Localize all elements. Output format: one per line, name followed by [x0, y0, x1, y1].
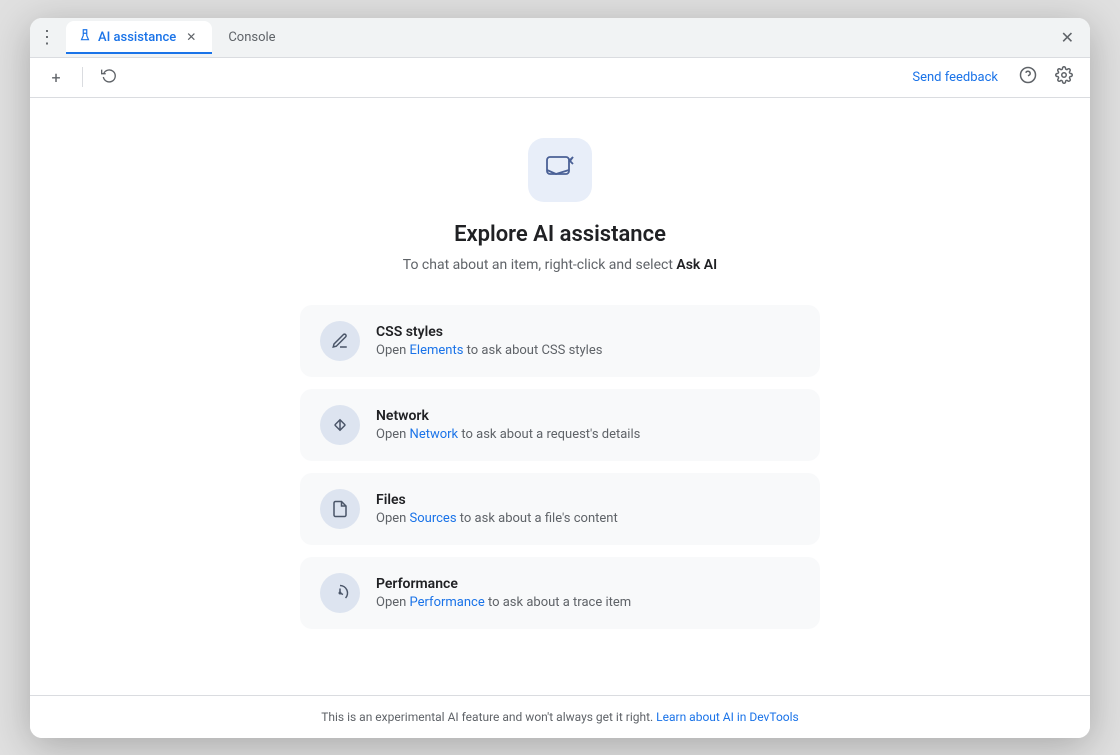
tab-console-label: Console: [228, 30, 275, 45]
feature-card-performance[interactable]: Performance Open Performance to ask abou…: [300, 557, 820, 629]
devtools-window: ⋮ AI assistance ✕ Console ✕ +: [30, 18, 1090, 738]
help-icon: [1019, 66, 1037, 88]
performance-feature-text: Performance Open Performance to ask abou…: [376, 576, 631, 610]
network-feature-title: Network: [376, 408, 640, 424]
settings-icon: [1055, 66, 1073, 88]
tab-dots-menu[interactable]: ⋮: [38, 27, 56, 48]
css-icon-circle: [320, 321, 360, 361]
network-link[interactable]: Network: [410, 427, 459, 442]
tab-bar: ⋮ AI assistance ✕ Console ✕: [30, 18, 1090, 58]
files-feature-desc: Open Sources to ask about a file's conte…: [376, 511, 618, 526]
help-button[interactable]: [1014, 63, 1042, 91]
settings-button[interactable]: [1050, 63, 1078, 91]
network-icon-circle: [320, 405, 360, 445]
footer-text: This is an experimental AI feature and w…: [321, 710, 656, 724]
subtitle-text: To chat about an item, right-click and s…: [403, 257, 677, 273]
performance-icon-circle: [320, 573, 360, 613]
files-desc-prefix: Open: [376, 511, 410, 526]
ai-sparkle-icon: [544, 152, 576, 188]
footer: This is an experimental AI feature and w…: [30, 695, 1090, 738]
files-icon-circle: [320, 489, 360, 529]
performance-desc-prefix: Open: [376, 595, 410, 610]
history-icon: [101, 67, 117, 87]
performance-desc-suffix: to ask about a trace item: [485, 595, 631, 610]
css-desc-suffix: to ask about CSS styles: [463, 343, 602, 358]
tab-console[interactable]: Console: [216, 21, 287, 53]
toolbar-divider: [82, 67, 83, 87]
css-feature-text: CSS styles Open Elements to ask about CS…: [376, 324, 602, 358]
ai-icon-wrapper: [528, 138, 592, 202]
history-button[interactable]: [95, 63, 123, 91]
css-desc-prefix: Open: [376, 343, 410, 358]
toolbar: + Send feedback: [30, 58, 1090, 98]
learn-ai-link[interactable]: Learn about AI in DevTools: [656, 710, 799, 724]
network-feature-desc: Open Network to ask about a request's de…: [376, 427, 640, 442]
tab-ai-label: AI assistance: [98, 30, 176, 45]
css-feature-title: CSS styles: [376, 324, 602, 340]
performance-feature-title: Performance: [376, 576, 631, 592]
beaker-icon: [78, 28, 92, 46]
plus-icon: +: [51, 68, 60, 87]
network-desc-prefix: Open: [376, 427, 410, 442]
tab-close-button[interactable]: ✕: [182, 28, 200, 46]
tab-ai-assistance[interactable]: AI assistance ✕: [66, 21, 212, 53]
performance-link[interactable]: Performance: [410, 595, 485, 610]
window-close-button[interactable]: ✕: [1053, 24, 1082, 51]
files-feature-text: Files Open Sources to ask about a file's…: [376, 492, 618, 526]
main-content: Explore AI assistance To chat about an i…: [30, 98, 1090, 695]
network-desc-suffix: to ask about a request's details: [458, 427, 640, 442]
feature-card-files[interactable]: Files Open Sources to ask about a file's…: [300, 473, 820, 545]
send-feedback-link[interactable]: Send feedback: [912, 70, 998, 85]
new-tab-button[interactable]: +: [42, 63, 70, 91]
feature-list: CSS styles Open Elements to ask about CS…: [300, 305, 820, 629]
page-subtitle: To chat about an item, right-click and s…: [403, 257, 717, 273]
feature-card-css[interactable]: CSS styles Open Elements to ask about CS…: [300, 305, 820, 377]
subtitle-bold: Ask AI: [676, 257, 717, 273]
feature-card-network[interactable]: Network Open Network to ask about a requ…: [300, 389, 820, 461]
page-title: Explore AI assistance: [454, 222, 666, 247]
sources-link[interactable]: Sources: [410, 511, 457, 526]
performance-feature-desc: Open Performance to ask about a trace it…: [376, 595, 631, 610]
files-feature-title: Files: [376, 492, 618, 508]
network-feature-text: Network Open Network to ask about a requ…: [376, 408, 640, 442]
files-desc-suffix: to ask about a file's content: [457, 511, 618, 526]
css-feature-desc: Open Elements to ask about CSS styles: [376, 343, 602, 358]
elements-link[interactable]: Elements: [410, 343, 464, 358]
